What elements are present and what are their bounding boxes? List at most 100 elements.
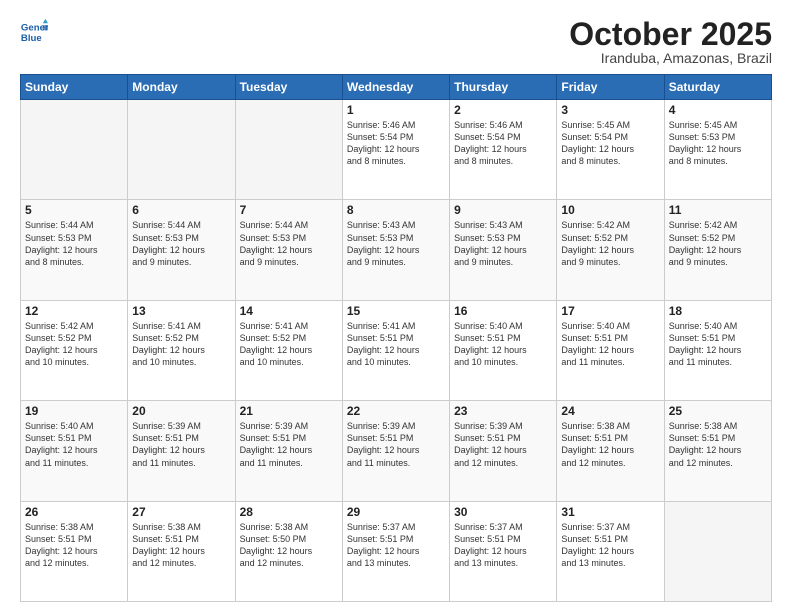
- calendar-cell: 17 Sunrise: 5:40 AM Sunset: 5:51 PM Dayli…: [557, 300, 664, 400]
- cell-info: Sunrise: 5:42 AM Sunset: 5:52 PM Dayligh…: [25, 320, 123, 369]
- day-number: 8: [347, 203, 445, 217]
- cell-info: Sunrise: 5:38 AM Sunset: 5:51 PM Dayligh…: [132, 521, 230, 570]
- header-day-sunday: Sunday: [21, 75, 128, 100]
- calendar-cell: 13 Sunrise: 5:41 AM Sunset: 5:52 PM Dayli…: [128, 300, 235, 400]
- calendar-cell: 25 Sunrise: 5:38 AM Sunset: 5:51 PM Dayli…: [664, 401, 771, 501]
- day-number: 9: [454, 203, 552, 217]
- calendar-cell: 26 Sunrise: 5:38 AM Sunset: 5:51 PM Dayli…: [21, 501, 128, 601]
- day-number: 18: [669, 304, 767, 318]
- calendar-week-2: 5 Sunrise: 5:44 AM Sunset: 5:53 PM Daylig…: [21, 200, 772, 300]
- cell-info: Sunrise: 5:40 AM Sunset: 5:51 PM Dayligh…: [561, 320, 659, 369]
- calendar-cell: 23Sunrise: 5:39 AM Sunset: 5:51 PM Dayli…: [450, 401, 557, 501]
- day-number: 31: [561, 505, 659, 519]
- cell-info: Sunrise: 5:44 AM Sunset: 5:53 PM Dayligh…: [240, 219, 338, 268]
- location: Iranduba, Amazonas, Brazil: [569, 50, 772, 66]
- cell-info: Sunrise: 5:38 AM Sunset: 5:51 PM Dayligh…: [669, 420, 767, 469]
- day-number: 7: [240, 203, 338, 217]
- calendar-cell: 10 Sunrise: 5:42 AM Sunset: 5:52 PM Dayli…: [557, 200, 664, 300]
- calendar-cell: 11 Sunrise: 5:42 AM Sunset: 5:52 PM Dayli…: [664, 200, 771, 300]
- day-number: 28: [240, 505, 338, 519]
- day-number: 10: [561, 203, 659, 217]
- day-number: 4: [669, 103, 767, 117]
- day-number: 16: [454, 304, 552, 318]
- calendar-cell: 21 Sunrise: 5:39 AM Sunset: 5:51 PM Dayli…: [235, 401, 342, 501]
- day-number: 14: [240, 304, 338, 318]
- cell-info: Sunrise: 5:42 AM Sunset: 5:52 PM Dayligh…: [669, 219, 767, 268]
- calendar-cell: 6 Sunrise: 5:44 AM Sunset: 5:53 PM Daylig…: [128, 200, 235, 300]
- logo: General Blue: [20, 18, 48, 46]
- cell-info: Sunrise: 5:39 AM Sunset: 5:51 PM Dayligh…: [347, 420, 445, 469]
- cell-info: Sunrise: 5:44 AM Sunset: 5:53 PM Dayligh…: [25, 219, 123, 268]
- calendar-cell: 2Sunrise: 5:46 AM Sunset: 5:54 PM Daylig…: [450, 100, 557, 200]
- cell-info: Sunrise: 5:37 AM Sunset: 5:51 PM Dayligh…: [561, 521, 659, 570]
- calendar-cell: 31 Sunrise: 5:37 AM Sunset: 5:51 PM Dayli…: [557, 501, 664, 601]
- day-number: 22: [347, 404, 445, 418]
- header-day-wednesday: Wednesday: [342, 75, 449, 100]
- cell-info: Sunrise: 5:46 AM Sunset: 5:54 PM Dayligh…: [454, 119, 552, 168]
- cell-info: Sunrise: 5:39 AM Sunset: 5:51 PM Dayligh…: [240, 420, 338, 469]
- calendar-table: SundayMondayTuesdayWednesdayThursdayFrid…: [20, 74, 772, 602]
- calendar-cell: 9Sunrise: 5:43 AM Sunset: 5:53 PM Daylig…: [450, 200, 557, 300]
- cell-info: Sunrise: 5:45 AM Sunset: 5:53 PM Dayligh…: [669, 119, 767, 168]
- calendar-cell: [21, 100, 128, 200]
- cell-info: Sunrise: 5:42 AM Sunset: 5:52 PM Dayligh…: [561, 219, 659, 268]
- cell-info: Sunrise: 5:43 AM Sunset: 5:53 PM Dayligh…: [347, 219, 445, 268]
- calendar-week-3: 12 Sunrise: 5:42 AM Sunset: 5:52 PM Dayli…: [21, 300, 772, 400]
- cell-info: Sunrise: 5:41 AM Sunset: 5:52 PM Dayligh…: [132, 320, 230, 369]
- calendar-cell: 1Sunrise: 5:46 AM Sunset: 5:54 PM Daylig…: [342, 100, 449, 200]
- day-number: 21: [240, 404, 338, 418]
- cell-info: Sunrise: 5:40 AM Sunset: 5:51 PM Dayligh…: [25, 420, 123, 469]
- calendar-cell: 14Sunrise: 5:41 AM Sunset: 5:52 PM Dayli…: [235, 300, 342, 400]
- day-number: 24: [561, 404, 659, 418]
- calendar-cell: 22 Sunrise: 5:39 AM Sunset: 5:51 PM Dayli…: [342, 401, 449, 501]
- day-number: 26: [25, 505, 123, 519]
- calendar-cell: 29 Sunrise: 5:37 AM Sunset: 5:51 PM Dayli…: [342, 501, 449, 601]
- day-number: 3: [561, 103, 659, 117]
- day-number: 5: [25, 203, 123, 217]
- month-title: October 2025: [569, 18, 772, 50]
- cell-info: Sunrise: 5:38 AM Sunset: 5:51 PM Dayligh…: [25, 521, 123, 570]
- calendar-cell: 16 Sunrise: 5:40 AM Sunset: 5:51 PM Dayli…: [450, 300, 557, 400]
- day-number: 13: [132, 304, 230, 318]
- header-day-saturday: Saturday: [664, 75, 771, 100]
- calendar-cell: 8 Sunrise: 5:43 AM Sunset: 5:53 PM Daylig…: [342, 200, 449, 300]
- cell-info: Sunrise: 5:46 AM Sunset: 5:54 PM Dayligh…: [347, 119, 445, 168]
- day-number: 11: [669, 203, 767, 217]
- calendar-cell: 30 Sunrise: 5:37 AM Sunset: 5:51 PM Dayli…: [450, 501, 557, 601]
- day-number: 20: [132, 404, 230, 418]
- day-number: 12: [25, 304, 123, 318]
- day-number: 27: [132, 505, 230, 519]
- calendar-cell: [235, 100, 342, 200]
- cell-info: Sunrise: 5:39 AM Sunset: 5:51 PM Dayligh…: [132, 420, 230, 469]
- cell-info: Sunrise: 5:40 AM Sunset: 5:51 PM Dayligh…: [454, 320, 552, 369]
- calendar-cell: 5 Sunrise: 5:44 AM Sunset: 5:53 PM Daylig…: [21, 200, 128, 300]
- calendar-cell: 12 Sunrise: 5:42 AM Sunset: 5:52 PM Dayli…: [21, 300, 128, 400]
- cell-info: Sunrise: 5:38 AM Sunset: 5:50 PM Dayligh…: [240, 521, 338, 570]
- calendar-cell: 19 Sunrise: 5:40 AM Sunset: 5:51 PM Dayli…: [21, 401, 128, 501]
- cell-info: Sunrise: 5:37 AM Sunset: 5:51 PM Dayligh…: [454, 521, 552, 570]
- calendar-cell: 4 Sunrise: 5:45 AM Sunset: 5:53 PM Daylig…: [664, 100, 771, 200]
- title-block: October 2025 Iranduba, Amazonas, Brazil: [569, 18, 772, 66]
- cell-info: Sunrise: 5:37 AM Sunset: 5:51 PM Dayligh…: [347, 521, 445, 570]
- header-day-monday: Monday: [128, 75, 235, 100]
- calendar-week-5: 26 Sunrise: 5:38 AM Sunset: 5:51 PM Dayli…: [21, 501, 772, 601]
- logo-icon: General Blue: [20, 18, 48, 46]
- day-number: 17: [561, 304, 659, 318]
- calendar-cell: 7 Sunrise: 5:44 AM Sunset: 5:53 PM Daylig…: [235, 200, 342, 300]
- cell-info: Sunrise: 5:44 AM Sunset: 5:53 PM Dayligh…: [132, 219, 230, 268]
- calendar-cell: 24 Sunrise: 5:38 AM Sunset: 5:51 PM Dayli…: [557, 401, 664, 501]
- calendar-week-1: 1Sunrise: 5:46 AM Sunset: 5:54 PM Daylig…: [21, 100, 772, 200]
- header-day-friday: Friday: [557, 75, 664, 100]
- day-number: 29: [347, 505, 445, 519]
- day-number: 30: [454, 505, 552, 519]
- day-number: 19: [25, 404, 123, 418]
- header-day-tuesday: Tuesday: [235, 75, 342, 100]
- cell-info: Sunrise: 5:38 AM Sunset: 5:51 PM Dayligh…: [561, 420, 659, 469]
- cell-info: Sunrise: 5:40 AM Sunset: 5:51 PM Dayligh…: [669, 320, 767, 369]
- calendar-cell: 28 Sunrise: 5:38 AM Sunset: 5:50 PM Dayli…: [235, 501, 342, 601]
- calendar-cell: 20 Sunrise: 5:39 AM Sunset: 5:51 PM Dayli…: [128, 401, 235, 501]
- day-number: 6: [132, 203, 230, 217]
- day-number: 23: [454, 404, 552, 418]
- day-number: 25: [669, 404, 767, 418]
- calendar-week-4: 19 Sunrise: 5:40 AM Sunset: 5:51 PM Dayli…: [21, 401, 772, 501]
